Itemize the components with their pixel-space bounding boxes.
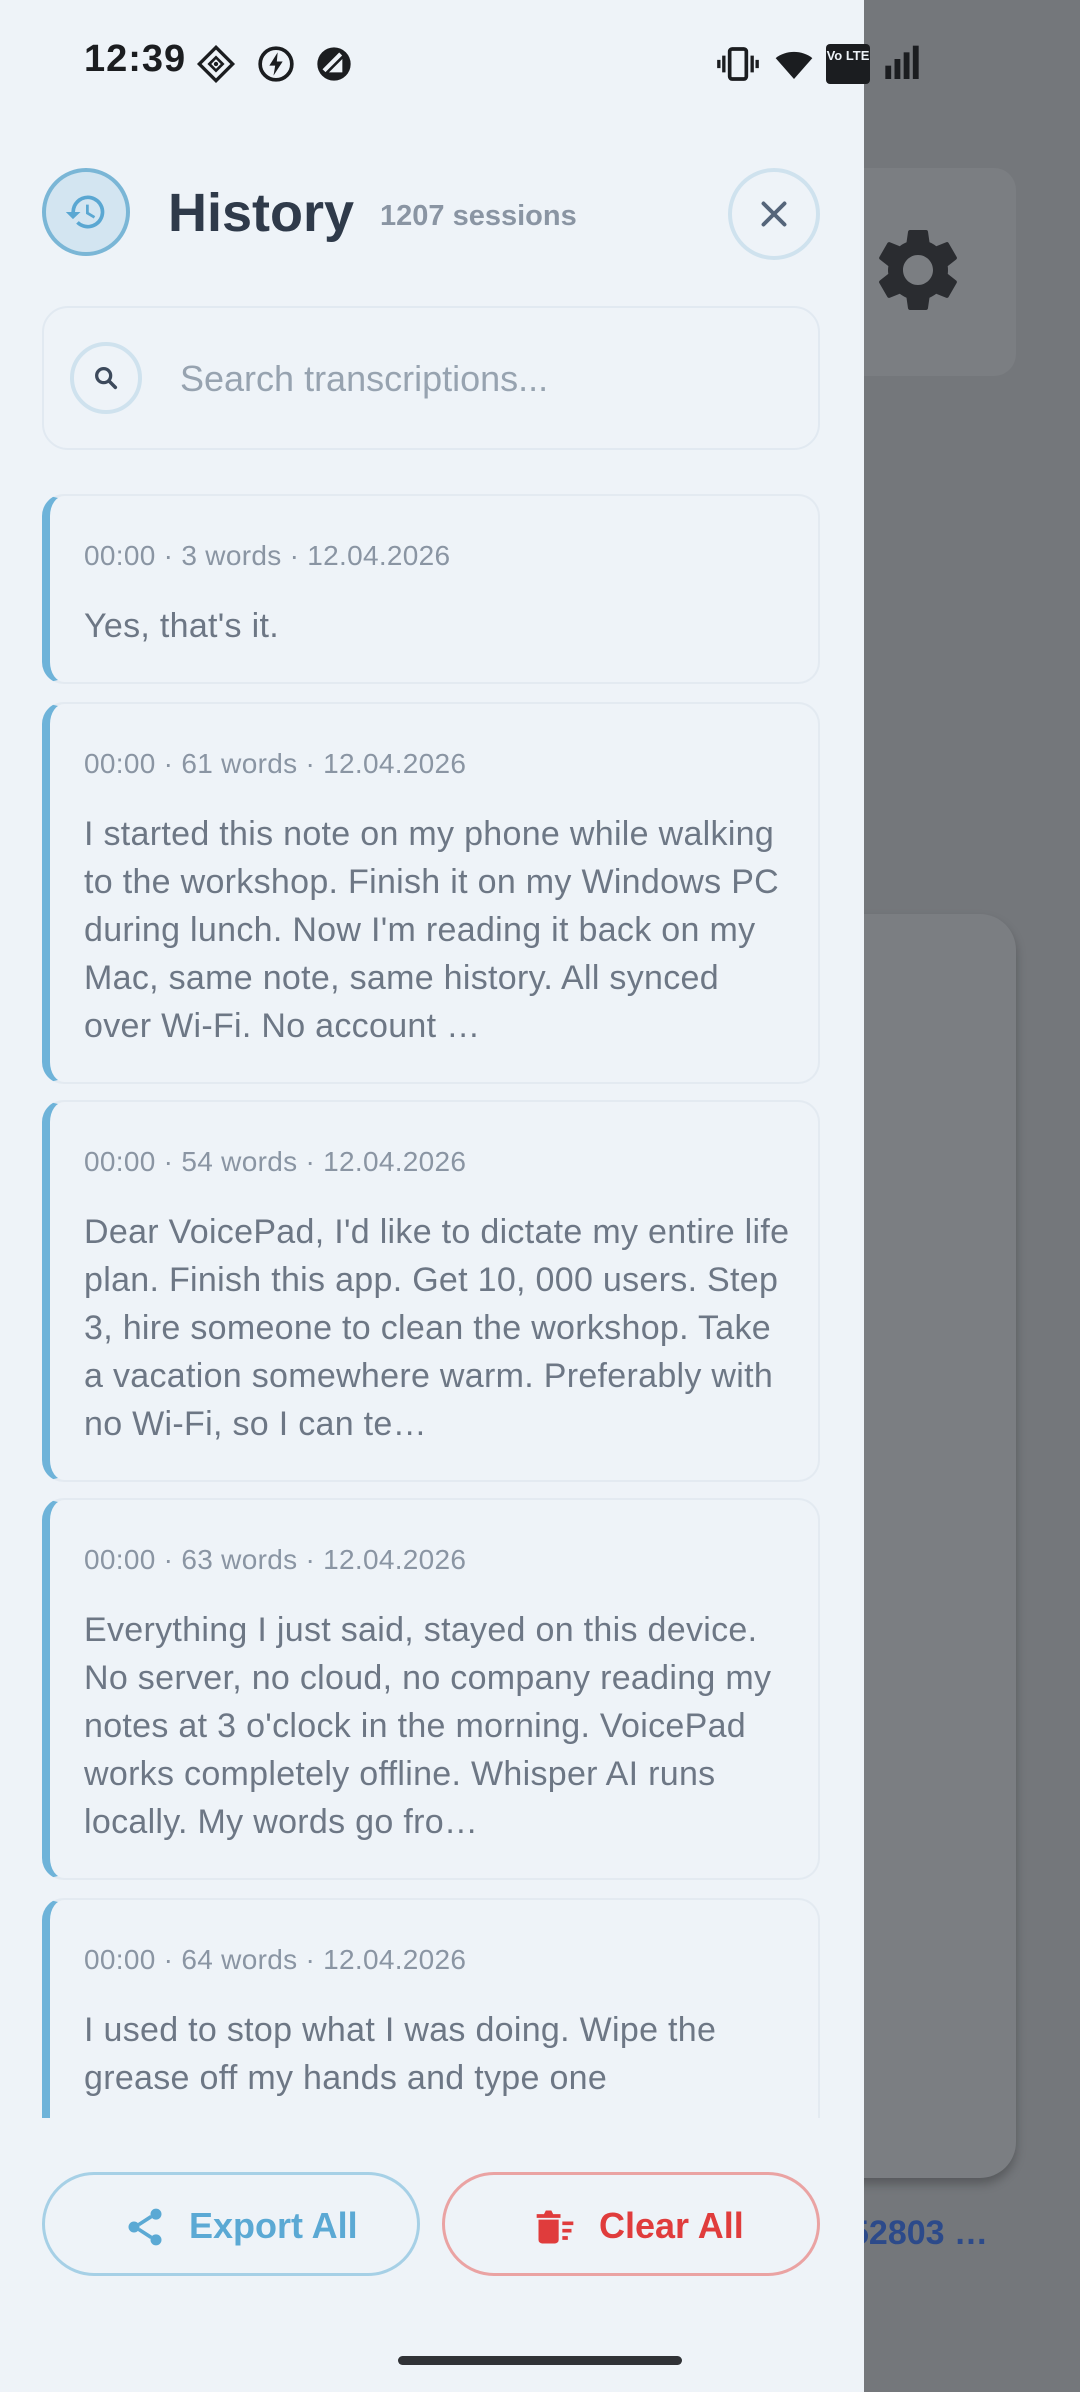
- charging-bolt-icon: [258, 46, 294, 82]
- history-entry-3[interactable]: 00:00 · 54 words · 12.04.2026 Dear Voice…: [42, 1100, 820, 1482]
- page-title: History: [168, 183, 355, 243]
- entry-meta: 00:00 · 61 words · 12.04.2026: [84, 748, 467, 779]
- entry-text: Yes, that's it.: [84, 607, 279, 645]
- history-icon-badge: [42, 168, 130, 256]
- history-entry-5[interactable]: 00:00 · 64 words · 12.04.2026 I used to …: [42, 1898, 820, 2118]
- clear-all-button[interactable]: Clear All: [442, 2172, 820, 2276]
- search-icon: [95, 367, 118, 390]
- entry-meta: 00:00 · 63 words · 12.04.2026: [84, 1544, 467, 1575]
- delete-sweep-icon: [536, 2210, 574, 2244]
- vibrate-icon: [717, 47, 759, 81]
- no-entry-icon: [317, 47, 351, 81]
- entry-text: Dear VoicePad, I'd like to dictate my en…: [84, 1213, 790, 1443]
- close-button[interactable]: [728, 168, 820, 260]
- background-link: 52803 …: [850, 2214, 988, 2252]
- share-icon: [128, 2208, 162, 2246]
- drawer-header: History 1207 sessions: [0, 160, 864, 270]
- entry-meta: 00:00 · 64 words · 12.04.2026: [84, 1944, 467, 1975]
- history-entry-1[interactable]: 00:00 · 3 words · 12.04.2026 Yes, that's…: [42, 494, 820, 684]
- status-bar: 12:39 Vo LTE: [0, 0, 919, 120]
- export-all-label: Export All: [189, 2205, 358, 2246]
- entry-meta: 00:00 · 54 words · 12.04.2026: [84, 1146, 467, 1177]
- gesture-nav-handle[interactable]: [398, 2356, 682, 2365]
- history-drawer: 12:39 Vo LTE History 1207 sessions Searc…: [0, 0, 919, 2392]
- search-icon-badge: [70, 342, 142, 414]
- entry-text: I used to stop what I was doing. Wipe th…: [84, 2011, 717, 2097]
- signal-icon: [885, 45, 919, 79]
- clear-all-label: Clear All: [599, 2205, 744, 2246]
- wifi-icon: [775, 51, 813, 79]
- entry-text: I started this note on my phone while wa…: [84, 815, 780, 1045]
- volte-label: Vo LTE: [826, 48, 870, 63]
- export-all-button[interactable]: Export All: [42, 2172, 420, 2276]
- gear-icon: [879, 229, 957, 310]
- entry-meta: 00:00 · 3 words · 12.04.2026: [84, 540, 451, 571]
- history-list[interactable]: 00:00 · 3 words · 12.04.2026 Yes, that's…: [0, 494, 864, 2118]
- status-time: 12:39: [84, 38, 187, 80]
- vpn-key-icon: [196, 44, 236, 84]
- volte-icon: Vo LTE: [826, 44, 870, 84]
- history-icon: [65, 195, 105, 229]
- session-count: 1207 sessions: [380, 200, 577, 232]
- history-entry-2[interactable]: 00:00 · 61 words · 12.04.2026 I started …: [42, 702, 820, 1084]
- search-placeholder: Search transcriptions...: [180, 358, 549, 399]
- history-entry-4[interactable]: 00:00 · 63 words · 12.04.2026 Everything…: [42, 1498, 820, 1880]
- search-input[interactable]: Search transcriptions...: [42, 306, 820, 450]
- entry-text: Everything I just said, stayed on this d…: [84, 1611, 772, 1841]
- close-icon: [761, 201, 787, 227]
